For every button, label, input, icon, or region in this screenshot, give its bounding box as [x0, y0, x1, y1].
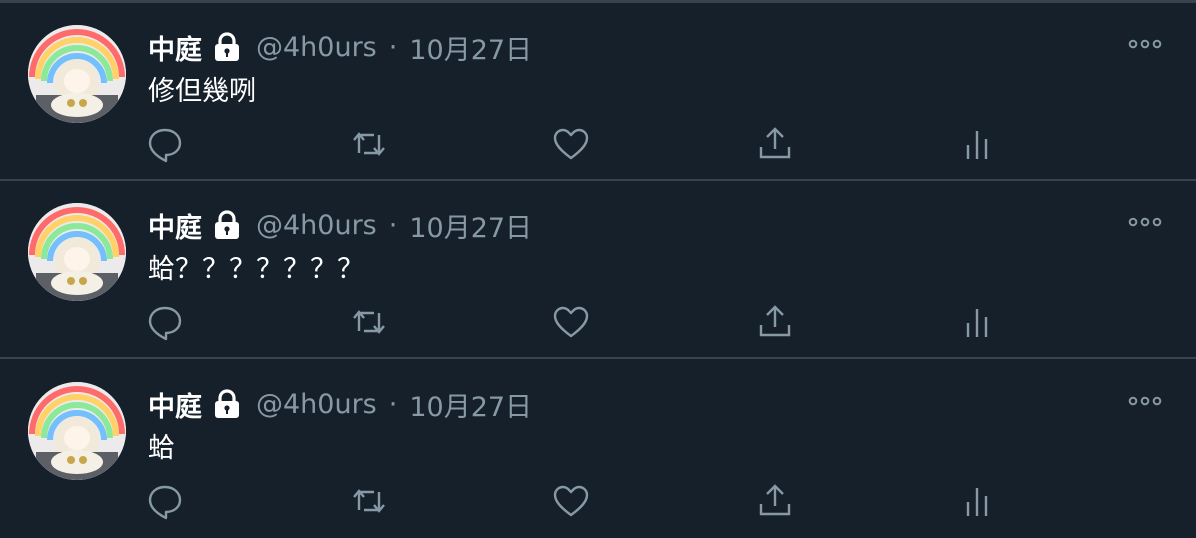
- lock-icon: [212, 31, 242, 63]
- retweet-icon[interactable]: [350, 125, 388, 163]
- avatar[interactable]: [28, 25, 126, 123]
- tweet-header: 中庭 @4h0urs · 10月27日: [148, 28, 532, 67]
- avatar[interactable]: [28, 382, 126, 480]
- analytics-icon[interactable]: [958, 303, 996, 341]
- share-icon[interactable]: [756, 303, 794, 341]
- tweet[interactable]: 中庭 @4h0urs · 10月27日 修但幾咧: [0, 3, 1196, 181]
- lock-icon: [212, 209, 242, 241]
- display-name[interactable]: 中庭: [148, 385, 202, 424]
- like-icon[interactable]: [552, 125, 590, 163]
- retweet-icon[interactable]: [350, 482, 388, 520]
- tweet-date[interactable]: 10月27日: [409, 28, 532, 67]
- tweet[interactable]: 中庭 @4h0urs · 10月27日 蛤？？？？？？？: [0, 181, 1196, 359]
- tweet-header: 中庭 @4h0urs · 10月27日: [148, 206, 532, 245]
- reply-icon[interactable]: [146, 482, 184, 520]
- retweet-icon[interactable]: [350, 303, 388, 341]
- display-name[interactable]: 中庭: [148, 28, 202, 67]
- tweet[interactable]: 中庭 @4h0urs · 10月27日 蛤: [0, 360, 1196, 538]
- separator-dot: ·: [388, 388, 398, 420]
- tweet-text: 修但幾咧: [148, 76, 256, 107]
- separator-dot: ·: [388, 31, 398, 63]
- user-handle[interactable]: @4h0urs: [256, 389, 377, 420]
- tweet-date[interactable]: 10月27日: [409, 206, 532, 245]
- analytics-icon[interactable]: [958, 125, 996, 163]
- tweet-text: 蛤？？？？？？？: [148, 254, 364, 285]
- user-handle[interactable]: @4h0urs: [256, 32, 377, 63]
- tweet-date[interactable]: 10月27日: [409, 385, 532, 424]
- lock-icon: [212, 388, 242, 420]
- display-name[interactable]: 中庭: [148, 206, 202, 245]
- more-icon[interactable]: [1126, 390, 1164, 412]
- separator-dot: ·: [388, 209, 398, 241]
- tweet-header: 中庭 @4h0urs · 10月27日: [148, 385, 532, 424]
- analytics-icon[interactable]: [958, 482, 996, 520]
- like-icon[interactable]: [552, 303, 590, 341]
- share-icon[interactable]: [756, 125, 794, 163]
- avatar[interactable]: [28, 203, 126, 301]
- more-icon[interactable]: [1126, 211, 1164, 233]
- reply-icon[interactable]: [146, 125, 184, 163]
- tweet-divider: [0, 357, 1196, 359]
- reply-icon[interactable]: [146, 303, 184, 341]
- tweet-text: 蛤: [148, 433, 175, 464]
- share-icon[interactable]: [756, 482, 794, 520]
- user-handle[interactable]: @4h0urs: [256, 210, 377, 241]
- like-icon[interactable]: [552, 482, 590, 520]
- more-icon[interactable]: [1126, 33, 1164, 55]
